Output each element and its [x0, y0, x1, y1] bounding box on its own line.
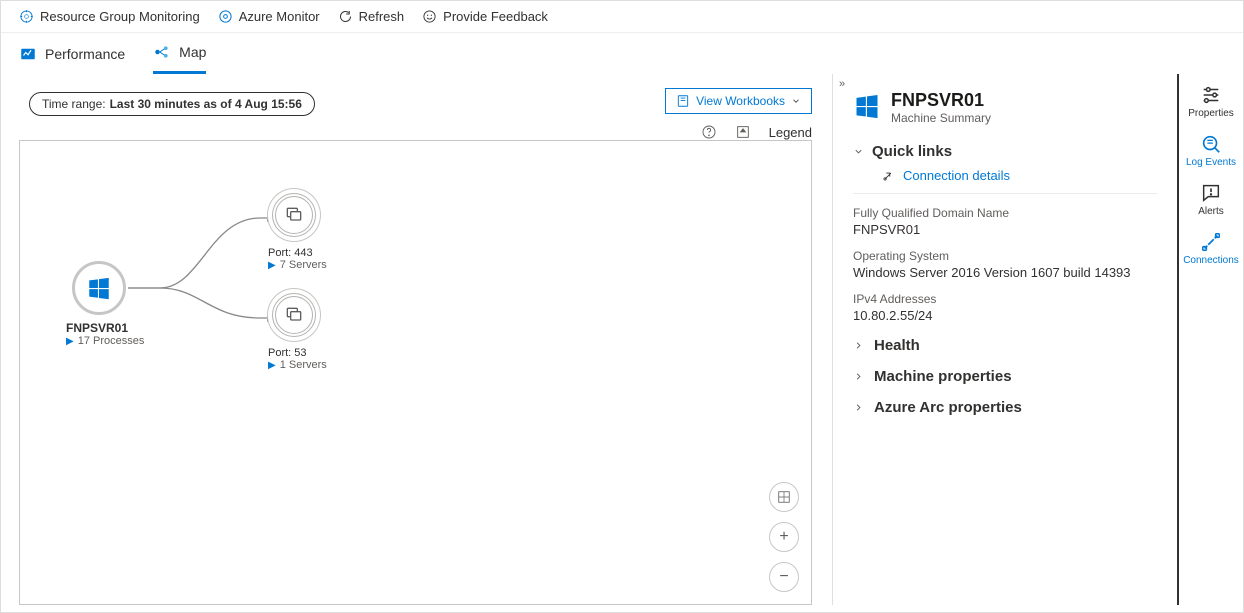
content: Time range: Last 30 minutes as of 4 Aug … — [1, 74, 1243, 605]
os-label: Operating System — [853, 249, 1157, 263]
tab-map[interactable]: Map — [153, 43, 206, 74]
zoom-controls: + − — [769, 482, 799, 592]
map-node-group-443[interactable]: Port: 443 ▶7 Servers — [268, 193, 327, 271]
toolbar-label: Resource Group Monitoring — [40, 9, 200, 24]
sliders-icon — [1200, 84, 1222, 106]
time-range-pill[interactable]: Time range: Last 30 minutes as of 4 Aug … — [29, 92, 315, 116]
rail-connections[interactable]: Connections — [1183, 231, 1239, 266]
section-label: Machine properties — [874, 368, 1012, 385]
refresh-button[interactable]: Refresh — [338, 9, 405, 24]
fqdn-value: FNPSVR01 — [853, 222, 1157, 237]
map-node-root-sub[interactable]: ▶17 Processes — [66, 335, 144, 347]
section-label: Azure Arc properties — [874, 399, 1022, 416]
chevron-right-icon — [853, 340, 864, 351]
chevron-right-icon — [853, 402, 864, 413]
section-label: Health — [874, 337, 920, 354]
map-node-group-53[interactable]: Port: 53 ▶1 Servers — [268, 293, 327, 371]
map-node-servers[interactable]: ▶7 Servers — [268, 259, 327, 271]
details-panel: » FNPSVR01 Machine Summary Quick links C… — [832, 74, 1177, 605]
map-node-port: Port: 53 — [268, 347, 327, 359]
connections-icon — [1200, 231, 1222, 253]
separator — [853, 193, 1157, 194]
time-range-prefix: Time range: — [42, 97, 106, 111]
panel-collapse-button[interactable]: » — [839, 78, 841, 90]
server-group-icon — [284, 205, 304, 225]
rail-label: Properties — [1188, 108, 1234, 119]
map-node-group-circle — [272, 193, 316, 237]
ip-label: IPv4 Addresses — [853, 292, 1157, 306]
azure-monitor-button[interactable]: Azure Monitor — [218, 9, 320, 24]
rail-label: Connections — [1183, 255, 1239, 266]
tab-performance[interactable]: Performance — [19, 45, 125, 73]
top-toolbar: Resource Group Monitoring Azure Monitor … — [1, 1, 1243, 33]
map-node-port: Port: 443 — [268, 247, 327, 259]
tab-label: Map — [179, 44, 206, 60]
windows-icon — [86, 275, 112, 301]
connection-icon — [881, 169, 895, 183]
zoom-fit-button[interactable] — [769, 482, 799, 512]
windows-icon — [853, 92, 881, 120]
right-rail: Properties Log Events Alerts Connections — [1177, 74, 1243, 605]
connection-details-link[interactable]: Connection details — [881, 168, 1157, 183]
azure-arc-section[interactable]: Azure Arc properties — [853, 399, 1157, 416]
rail-label: Log Events — [1186, 157, 1236, 168]
resource-group-monitoring-button[interactable]: Resource Group Monitoring — [19, 9, 200, 24]
workbook-icon — [676, 94, 690, 108]
view-workbooks-button[interactable]: View Workbooks — [665, 88, 812, 114]
machine-properties-section[interactable]: Machine properties — [853, 368, 1157, 385]
map-node-group-circle — [272, 293, 316, 337]
quick-links-section[interactable]: Quick links — [853, 143, 1157, 160]
details-header: FNPSVR01 Machine Summary — [853, 90, 1157, 125]
chevron-down-icon — [853, 146, 864, 157]
map-area: Time range: Last 30 minutes as of 4 Aug … — [1, 74, 832, 605]
fit-icon — [777, 490, 791, 504]
map-connection-lines — [20, 141, 811, 604]
rail-alerts[interactable]: Alerts — [1198, 182, 1224, 217]
expand-icon[interactable] — [735, 124, 751, 140]
smile-icon — [422, 9, 437, 24]
target-icon — [19, 9, 34, 24]
health-section[interactable]: Health — [853, 337, 1157, 354]
chevron-down-icon — [791, 96, 801, 106]
zoom-out-button[interactable]: − — [769, 562, 799, 592]
rail-properties[interactable]: Properties — [1188, 84, 1234, 119]
server-group-icon — [284, 305, 304, 325]
triangle-icon: ▶ — [268, 360, 276, 371]
workbooks-label: View Workbooks — [696, 94, 785, 108]
section-label: Quick links — [872, 143, 952, 160]
refresh-icon — [338, 9, 353, 24]
tab-label: Performance — [45, 46, 125, 62]
map-node-root-name: FNPSVR01 — [66, 321, 144, 335]
chevron-right-icon — [853, 371, 864, 382]
os-value: Windows Server 2016 Version 1607 build 1… — [853, 265, 1157, 280]
zoom-in-button[interactable]: + — [769, 522, 799, 552]
triangle-icon: ▶ — [268, 260, 276, 271]
fqdn-label: Fully Qualified Domain Name — [853, 206, 1157, 220]
nav-tabs: Performance Map — [1, 33, 1243, 74]
time-range-value: Last 30 minutes as of 4 Aug 15:56 — [110, 97, 302, 111]
map-node-servers[interactable]: ▶1 Servers — [268, 359, 327, 371]
legend-row: Legend — [701, 124, 812, 140]
provide-feedback-button[interactable]: Provide Feedback — [422, 9, 548, 24]
log-events-icon — [1200, 133, 1222, 155]
map-canvas[interactable]: FNPSVR01 ▶17 Processes Port: 443 ▶7 Serv… — [19, 140, 812, 605]
toolbar-label: Azure Monitor — [239, 9, 320, 24]
rail-label: Alerts — [1198, 206, 1224, 217]
toolbar-label: Provide Feedback — [443, 9, 548, 24]
alerts-icon — [1200, 182, 1222, 204]
rail-log-events[interactable]: Log Events — [1186, 133, 1236, 168]
azure-monitor-icon — [218, 9, 233, 24]
triangle-icon: ▶ — [66, 336, 74, 347]
details-subtitle: Machine Summary — [891, 111, 991, 125]
help-icon[interactable] — [701, 124, 717, 140]
legend-toggle[interactable]: Legend — [769, 125, 812, 140]
map-icon — [153, 43, 171, 61]
ip-value: 10.80.2.55/24 — [853, 308, 1157, 323]
map-node-root[interactable]: FNPSVR01 ▶17 Processes — [66, 261, 144, 347]
map-node-root-circle — [72, 261, 126, 315]
toolbar-label: Refresh — [359, 9, 405, 24]
link-label: Connection details — [903, 168, 1010, 183]
details-title: FNPSVR01 — [891, 90, 991, 111]
performance-icon — [19, 45, 37, 63]
